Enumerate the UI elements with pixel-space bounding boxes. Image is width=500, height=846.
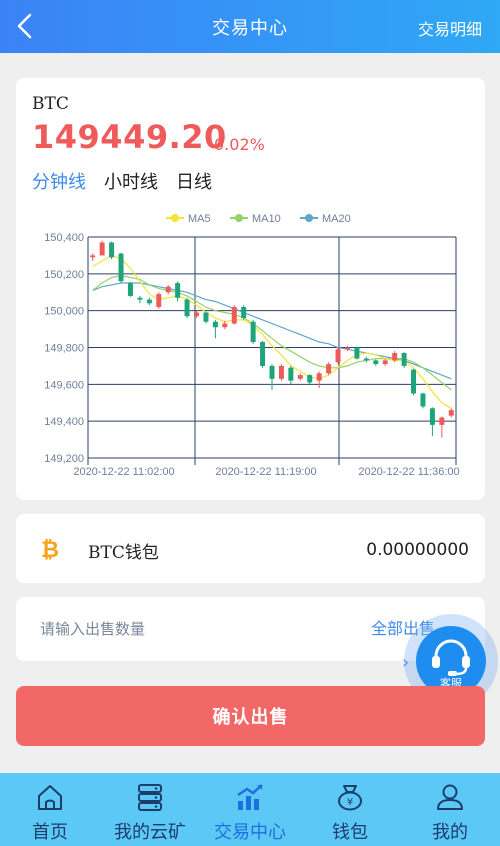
- candle-body: [146, 299, 152, 304]
- candle-body: [90, 255, 96, 258]
- candle-body: [288, 367, 294, 381]
- candle-body: [99, 242, 105, 256]
- tab-label: 钱包: [332, 822, 368, 843]
- candle-body: [420, 393, 426, 407]
- coin-name: BTC: [32, 94, 69, 114]
- sell-amount-input[interactable]: [40, 617, 340, 641]
- app-header: 交易中心 交易明细: [0, 0, 500, 53]
- candle-body: [429, 408, 435, 425]
- tab-label: 我的云矿: [114, 822, 186, 843]
- y-tick-label: 149,800: [44, 343, 84, 355]
- trend-chart-icon: [237, 784, 263, 810]
- candle-body: [363, 358, 369, 361]
- legend-label: MA10: [252, 213, 281, 225]
- candle-body: [118, 253, 124, 282]
- candle-body: [411, 369, 417, 394]
- tab-minute-line[interactable]: 分钟线: [32, 168, 86, 194]
- user-icon: [437, 784, 463, 810]
- candle-body: [212, 321, 218, 328]
- candle-body: [382, 360, 388, 365]
- candle-body: [344, 347, 350, 350]
- tab-hour-line[interactable]: 小时线: [104, 168, 158, 194]
- y-tick-label: 150,000: [44, 306, 84, 318]
- bitcoin-icon: ₿: [41, 538, 59, 563]
- candle-body: [127, 283, 133, 296]
- headset-icon: [432, 639, 470, 676]
- home-icon: [38, 785, 62, 810]
- coin-price: 149449.20: [32, 118, 227, 156]
- x-tick-label: 2020-12-22 11:19:00: [215, 466, 316, 478]
- svg-text:¥: ¥: [347, 797, 353, 808]
- candlestick-chart: MA5 MA10 MA20 150,400 150,200 150,000 149,800 1…: [44, 213, 459, 478]
- market-card: BTC 149449.20 0.02% 分钟线 小时线 日线 MA5 MA10 MA…: [16, 78, 485, 500]
- legend-label: MA5: [188, 213, 211, 225]
- tab-label: 我的: [432, 822, 468, 843]
- price-change: 0.02%: [214, 135, 265, 154]
- candle-body: [448, 410, 454, 416]
- candle-body: [175, 283, 181, 298]
- tab-home[interactable]: 首页: [0, 773, 100, 846]
- wallet-icon: ¥: [338, 785, 362, 811]
- candle-body: [269, 365, 275, 379]
- candle-body: [165, 286, 171, 293]
- legend-swatch-dot: [235, 214, 243, 222]
- candle-body: [156, 294, 162, 307]
- candle-body: [194, 312, 200, 317]
- period-tabs: 分钟线 小时线 日线: [32, 168, 212, 194]
- legend-swatch-dot: [305, 214, 313, 222]
- tab-my-mining[interactable]: 我的云矿: [100, 773, 200, 846]
- server-icon: [138, 784, 162, 811]
- x-tick-label: 2020-12-22 11:02:00: [73, 466, 174, 478]
- candle-body: [354, 347, 360, 359]
- y-tick-label: 150,200: [44, 269, 84, 281]
- candle-body: [231, 306, 237, 324]
- tab-day-line[interactable]: 日线: [176, 168, 212, 194]
- tab-label: 交易中心: [214, 822, 286, 843]
- trade-detail-link[interactable]: 交易明细: [418, 16, 482, 40]
- candle-body: [326, 364, 332, 374]
- legend-swatch-dot: [171, 214, 179, 222]
- candle-body: [184, 299, 190, 317]
- wallet-balance: 0.00000000: [366, 540, 469, 560]
- candle-body: [335, 349, 341, 363]
- tab-wallet[interactable]: ¥ 钱包: [300, 773, 400, 846]
- x-tick-label: 2020-12-22 11:36:00: [358, 466, 459, 478]
- y-tick-label: 150,400: [44, 232, 84, 244]
- candle-body: [439, 417, 445, 425]
- confirm-sell-button[interactable]: 确认出售: [16, 686, 485, 746]
- candle-body: [250, 321, 256, 342]
- candle-body: [109, 242, 115, 258]
- candle-body: [260, 341, 266, 366]
- candle-body: [316, 373, 322, 381]
- candle-body: [203, 312, 209, 322]
- candle-body: [222, 323, 228, 328]
- candle-body: [297, 375, 303, 379]
- y-tick-label: 149,400: [44, 416, 84, 428]
- candle-body: [392, 353, 398, 361]
- tab-profile[interactable]: 我的: [400, 773, 500, 846]
- candle-body: [137, 297, 143, 300]
- candle-body: [307, 375, 313, 383]
- candle-body: [241, 306, 247, 319]
- candle-body: [373, 360, 379, 365]
- bottom-tab-bar: 首页 我的云矿 交易中心 ¥ 钱包 我的: [0, 773, 500, 846]
- wallet-label: BTC钱包: [88, 543, 159, 563]
- wallet-card: ₿ BTC钱包 0.00000000: [16, 514, 485, 583]
- y-tick-label: 149,600: [44, 379, 84, 391]
- legend-label: MA20: [322, 213, 351, 225]
- tab-trading-center[interactable]: 交易中心: [200, 773, 300, 846]
- candle-body: [401, 353, 407, 366]
- tab-label: 首页: [32, 822, 68, 843]
- y-tick-label: 149,200: [44, 453, 84, 465]
- candle-body: [278, 365, 284, 379]
